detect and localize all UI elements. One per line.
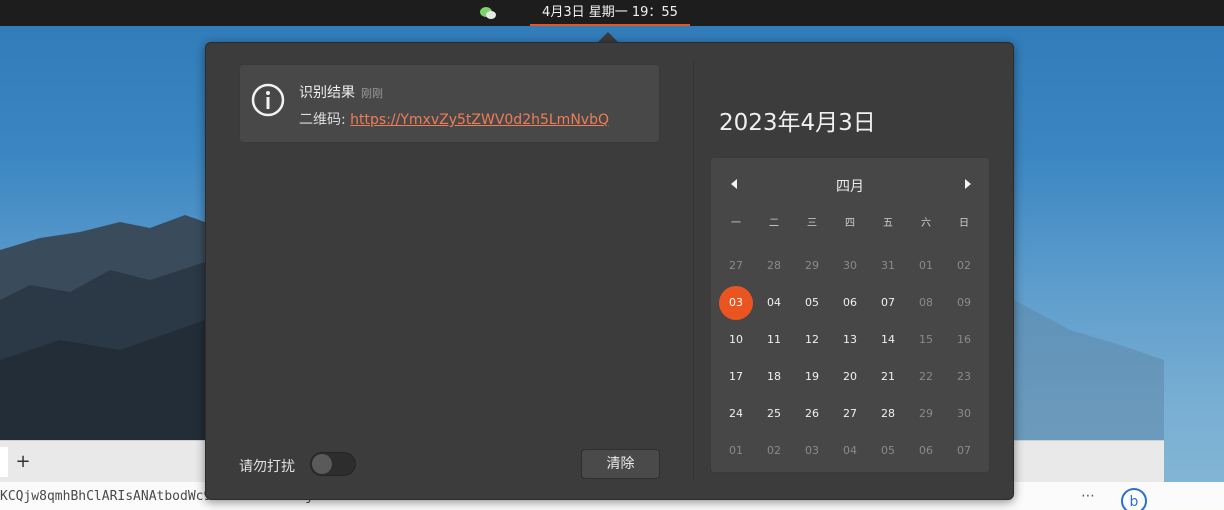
calendar-day[interactable]: 03 <box>795 434 829 468</box>
notification-time: 刚刚 <box>361 87 383 100</box>
more-icon[interactable]: ⋯ <box>1080 488 1096 508</box>
do-not-disturb-toggle[interactable] <box>310 452 356 476</box>
calendar-day[interactable]: 22 <box>909 360 943 394</box>
calendar-day[interactable]: 29 <box>795 249 829 283</box>
calendar-day[interactable]: 20 <box>833 360 867 394</box>
weekday-header: 五 <box>883 218 893 229</box>
calendar-day-today[interactable]: 03 <box>719 286 753 320</box>
calendar-day[interactable]: 02 <box>757 434 791 468</box>
date-heading[interactable]: 2023年4月3日 <box>719 103 876 137</box>
calendar-day[interactable]: 06 <box>833 286 867 320</box>
calendar-day[interactable]: 21 <box>871 360 905 394</box>
calendar-day[interactable]: 28 <box>757 249 791 283</box>
next-month-icon[interactable] <box>960 176 976 192</box>
weekday-header: 三 <box>807 218 817 229</box>
bing-icon[interactable]: b <box>1120 488 1148 510</box>
svg-text:b: b <box>1130 494 1139 510</box>
calendar-day[interactable]: 05 <box>871 434 905 468</box>
calendar-day[interactable]: 01 <box>719 434 753 468</box>
calendar-day[interactable]: 13 <box>833 323 867 357</box>
calendar-day[interactable]: 07 <box>871 286 905 320</box>
top-bar: 4月3日 星期一 19：55 <box>0 0 1224 26</box>
calendar-day[interactable]: 06 <box>909 434 943 468</box>
calendar-day[interactable]: 05 <box>795 286 829 320</box>
calendar-day[interactable]: 30 <box>947 397 981 431</box>
calendar-day[interactable]: 14 <box>871 323 905 357</box>
toggle-knob <box>312 454 332 474</box>
calendar-day[interactable]: 18 <box>757 360 791 394</box>
calendar-day[interactable]: 04 <box>833 434 867 468</box>
popover-divider <box>693 61 694 481</box>
calendar-day[interactable]: 02 <box>947 249 981 283</box>
do-not-disturb-label: 请勿打扰 <box>239 459 295 475</box>
notification-body-prefix: 二维码: <box>299 112 351 128</box>
calendar-day[interactable]: 11 <box>757 323 791 357</box>
calendar-day[interactable]: 16 <box>947 323 981 357</box>
wechat-icon[interactable] <box>480 5 496 19</box>
info-icon <box>251 83 285 117</box>
weekday-header: 二 <box>769 218 779 229</box>
calendar-day[interactable]: 28 <box>871 397 905 431</box>
calendar-day[interactable]: 17 <box>719 360 753 394</box>
calendar-day[interactable]: 12 <box>795 323 829 357</box>
calendar-day[interactable]: 30 <box>833 249 867 283</box>
clear-button[interactable]: 清除 <box>581 449 660 479</box>
browser-tab[interactable] <box>0 447 8 477</box>
calendar-day[interactable]: 27 <box>833 397 867 431</box>
date-menu-popover: 识别结果 刚刚 二维码: https://YmxvZy5tZWV0d2h5LmNv… <box>205 42 1014 500</box>
notification-link[interactable]: https://YmxvZy5tZWV0d2h5LmNvbQ <box>350 112 609 128</box>
calendar: 四月 一二三四五六日 27 28 29 30 31 01 02 03 04 05 06 07 08 09 10… <box>710 157 990 473</box>
weekday-header: 四 <box>845 218 855 229</box>
weekday-header: 一 <box>731 218 741 229</box>
calendar-day[interactable]: 10 <box>719 323 753 357</box>
clock-date[interactable]: 4月3日 星期一 19：55 <box>530 0 690 26</box>
notification-card[interactable]: 识别结果 刚刚 二维码: https://YmxvZy5tZWV0d2h5LmNv… <box>239 64 660 143</box>
calendar-day[interactable]: 26 <box>795 397 829 431</box>
weekday-header: 六 <box>921 218 931 229</box>
calendar-day[interactable]: 15 <box>909 323 943 357</box>
calendar-day[interactable]: 04 <box>757 286 791 320</box>
calendar-month: 四月 <box>836 179 864 195</box>
notification-title-text: 识别结果 <box>299 85 355 101</box>
calendar-day[interactable]: 07 <box>947 434 981 468</box>
calendar-day[interactable]: 31 <box>871 249 905 283</box>
calendar-day[interactable]: 19 <box>795 360 829 394</box>
calendar-day[interactable]: 24 <box>719 397 753 431</box>
calendar-day[interactable]: 29 <box>909 397 943 431</box>
calendar-day[interactable]: 27 <box>719 249 753 283</box>
notification-title: 识别结果 刚刚 <box>299 82 383 102</box>
calendar-day[interactable]: 01 <box>909 249 943 283</box>
calendar-day[interactable]: 23 <box>947 360 981 394</box>
weekday-header: 日 <box>959 218 969 229</box>
calendar-day[interactable]: 08 <box>909 286 943 320</box>
notification-body: 二维码: https://YmxvZy5tZWV0d2h5LmNvbQ <box>299 109 609 129</box>
new-tab-button[interactable]: + <box>12 451 34 473</box>
calendar-day[interactable]: 09 <box>947 286 981 320</box>
calendar-day[interactable]: 25 <box>757 397 791 431</box>
